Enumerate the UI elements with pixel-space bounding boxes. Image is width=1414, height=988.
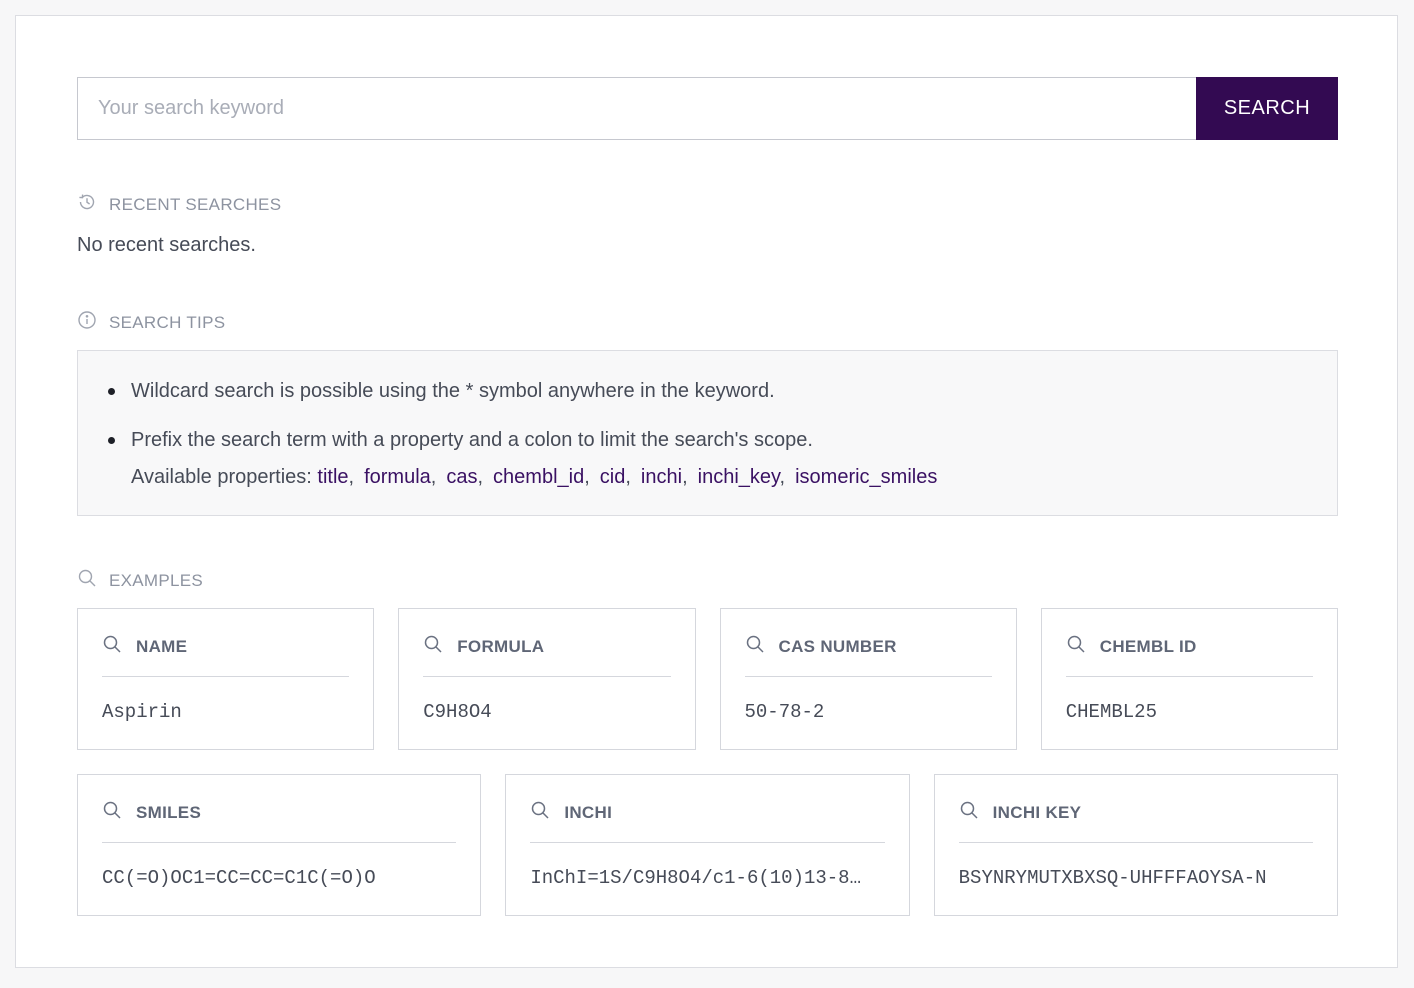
example-card-label: SMILES xyxy=(136,802,202,822)
example-card-smiles[interactable]: SMILES CC(=O)OC1=CC=CC=C1C(=O)O xyxy=(77,774,482,916)
example-card-inchi[interactable]: INCHI InChI=1S/C9H8O4/c1-6(10)13-8… xyxy=(505,774,910,916)
search-bar: SEARCH xyxy=(77,77,1338,140)
example-card-name[interactable]: NAME Aspirin xyxy=(77,608,375,750)
examples-row-1: NAME Aspirin FORMULA C9H8O4 CAS NUMBER 5… xyxy=(77,608,1338,750)
bullet-icon xyxy=(108,437,115,444)
example-card-value: CC(=O)OC1=CC=CC=C1C(=O)O xyxy=(102,867,376,889)
card-divider xyxy=(102,842,457,843)
bullet-icon xyxy=(108,388,115,395)
example-card-label: CAS NUMBER xyxy=(778,636,897,656)
search-icon xyxy=(102,634,122,659)
example-card-value: C9H8O4 xyxy=(423,701,492,723)
property-formula[interactable]: formula xyxy=(364,466,431,488)
example-card-value: CHEMBL25 xyxy=(1065,701,1157,723)
search-panel: SEARCH RECENT SEARCHES No recent searche… xyxy=(15,15,1398,968)
property-isomeric-smiles[interactable]: isomeric_smiles xyxy=(795,466,937,488)
search-tips-heading: SEARCH TIPS xyxy=(77,310,1338,335)
tip-text-wildcard: Wildcard search is possible using the * … xyxy=(131,380,775,402)
card-divider xyxy=(958,842,1313,843)
examples-heading: EXAMPLES xyxy=(77,568,1338,593)
example-card-value: 50-78-2 xyxy=(744,701,825,723)
tip-text-prefix: Prefix the search term with a property a… xyxy=(131,429,813,451)
info-icon xyxy=(77,310,97,335)
example-card-formula[interactable]: FORMULA C9H8O4 xyxy=(398,608,696,750)
example-card-label: NAME xyxy=(136,636,188,656)
example-card-value: InChI=1S/C9H8O4/c1-6(10)13-8… xyxy=(530,867,861,889)
search-icon xyxy=(423,634,443,659)
recent-searches-heading: RECENT SEARCHES xyxy=(77,192,1338,217)
search-input[interactable] xyxy=(77,77,1196,140)
examples-title: EXAMPLES xyxy=(109,570,204,590)
recent-searches-title: RECENT SEARCHES xyxy=(109,194,282,214)
search-tips-box: Wildcard search is possible using the * … xyxy=(77,350,1338,516)
recent-searches-empty: No recent searches. xyxy=(77,234,256,256)
search-button[interactable]: SEARCH xyxy=(1196,77,1338,140)
card-divider xyxy=(102,676,350,677)
example-card-inchi-key[interactable]: INCHI KEY BSYNRYMUTXBXSQ-UHFFFAOYSA-N xyxy=(933,774,1338,916)
available-properties: Available properties: title, formula, cas,… xyxy=(131,466,938,488)
example-card-label: INCHI xyxy=(564,802,613,822)
example-card-label: INCHI KEY xyxy=(992,802,1082,822)
property-inchi-key[interactable]: inchi_key xyxy=(698,466,780,488)
panel-content: SEARCH RECENT SEARCHES No recent searche… xyxy=(77,77,1338,916)
example-card-label: FORMULA xyxy=(457,636,545,656)
example-card-value: BSYNRYMUTXBXSQ-UHFFFAOYSA-N xyxy=(958,867,1267,889)
tip-item: Wildcard search is possible using the * … xyxy=(108,379,1307,403)
card-divider xyxy=(423,676,671,677)
search-icon xyxy=(530,800,550,825)
search-icon xyxy=(959,800,979,825)
property-cid[interactable]: cid xyxy=(600,466,626,488)
search-icon xyxy=(77,568,97,593)
card-divider xyxy=(530,842,885,843)
properties-label: Available properties: xyxy=(131,466,318,488)
tip-prefix: Prefix the search term with a property a… xyxy=(131,428,937,489)
search-icon xyxy=(745,634,765,659)
property-inchi[interactable]: inchi xyxy=(641,466,682,488)
tip-item: Prefix the search term with a property a… xyxy=(108,428,1307,489)
property-title[interactable]: title xyxy=(317,466,348,488)
search-icon xyxy=(1066,634,1086,659)
property-cas[interactable]: cas xyxy=(446,466,477,488)
example-card-label: CHEMBL ID xyxy=(1099,636,1197,656)
card-divider xyxy=(1065,676,1313,677)
search-icon xyxy=(102,800,122,825)
example-card-chembl-id[interactable]: CHEMBL ID CHEMBL25 xyxy=(1040,608,1338,750)
history-icon xyxy=(77,192,97,217)
example-card-cas-number[interactable]: CAS NUMBER 50-78-2 xyxy=(719,608,1017,750)
card-divider xyxy=(744,676,992,677)
example-card-value: Aspirin xyxy=(102,701,182,723)
examples-row-2: SMILES CC(=O)OC1=CC=CC=C1C(=O)O INCHI In… xyxy=(77,774,1338,916)
search-tips-title: SEARCH TIPS xyxy=(109,312,226,332)
property-chembl-id[interactable]: chembl_id xyxy=(493,466,584,488)
